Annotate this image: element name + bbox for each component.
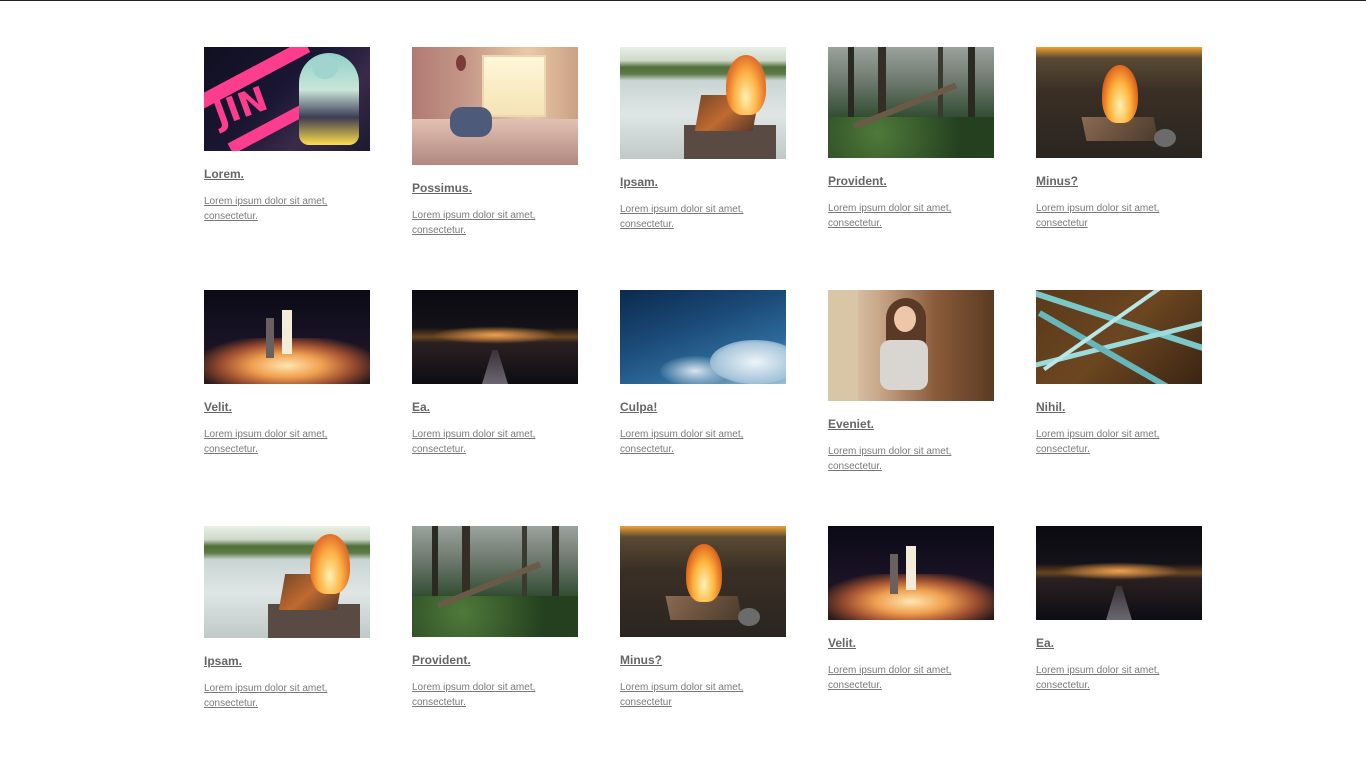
card-description[interactable]: Lorem ipsum dolor sit amet, consectetur. — [1036, 427, 1196, 457]
gallery-card[interactable]: Possimus. Lorem ipsum dolor sit amet, co… — [412, 47, 578, 238]
thumbnail-image[interactable] — [828, 290, 994, 401]
card-description[interactable]: Lorem ipsum dolor sit amet, consectetur. — [412, 427, 572, 457]
card-description[interactable]: Lorem ipsum dolor sit amet, consectetur. — [204, 427, 364, 457]
card-description[interactable]: Lorem ipsum dolor sit amet, consectetur. — [620, 202, 780, 232]
thumbnail-image[interactable] — [204, 290, 370, 384]
card-title[interactable]: Minus? — [620, 653, 786, 668]
gallery-card[interactable]: Provident. Lorem ipsum dolor sit amet, c… — [828, 47, 994, 231]
card-title[interactable]: Ipsam. — [620, 175, 786, 190]
card-title[interactable]: Minus? — [1036, 174, 1202, 189]
thumbnail-image[interactable] — [1036, 526, 1202, 620]
gallery-card[interactable]: Culpa! Lorem ipsum dolor sit amet, conse… — [620, 290, 786, 457]
card-description[interactable]: Lorem ipsum dolor sit amet, consectetur. — [412, 680, 572, 710]
card-title[interactable]: Nihil. — [1036, 400, 1202, 415]
card-description[interactable]: Lorem ipsum dolor sit amet, consectetur — [620, 680, 780, 710]
card-description[interactable]: Lorem ipsum dolor sit amet, consectetur. — [828, 444, 988, 474]
card-description[interactable]: Lorem ipsum dolor sit amet, consectetur. — [1036, 663, 1196, 693]
gallery-card[interactable]: Velit. Lorem ipsum dolor sit amet, conse… — [204, 290, 370, 457]
card-description[interactable]: Lorem ipsum dolor sit amet, consectetur. — [412, 208, 572, 238]
thumbnail-image[interactable] — [828, 526, 994, 620]
thumbnail-image[interactable]: JIN — [204, 47, 370, 151]
card-title[interactable]: Provident. — [828, 174, 994, 189]
gallery-card[interactable]: Ipsam. Lorem ipsum dolor sit amet, conse… — [204, 526, 370, 711]
gallery-card[interactable]: Minus? Lorem ipsum dolor sit amet, conse… — [1036, 47, 1202, 231]
card-description[interactable]: Lorem ipsum dolor sit amet, consectetur. — [828, 663, 988, 693]
thumbnail-image[interactable] — [620, 47, 786, 159]
gallery-card[interactable]: Nihil. Lorem ipsum dolor sit amet, conse… — [1036, 290, 1202, 457]
card-title[interactable]: Ea. — [412, 400, 578, 415]
gallery-card[interactable]: Ipsam. Lorem ipsum dolor sit amet, conse… — [620, 47, 786, 232]
gallery-card[interactable]: Velit. Lorem ipsum dolor sit amet, conse… — [828, 526, 994, 693]
card-description[interactable]: Lorem ipsum dolor sit amet, consectetur. — [204, 194, 364, 224]
gallery-card[interactable]: Minus? Lorem ipsum dolor sit amet, conse… — [620, 526, 786, 710]
card-title[interactable]: Culpa! — [620, 400, 786, 415]
card-title[interactable]: Velit. — [204, 400, 370, 415]
thumbnail-image[interactable] — [1036, 47, 1202, 158]
thumbnail-image[interactable] — [412, 47, 578, 165]
thumbnail-image[interactable] — [412, 526, 578, 637]
card-title[interactable]: Eveniet. — [828, 417, 994, 432]
thumbnail-image[interactable] — [204, 526, 370, 638]
card-title[interactable]: Velit. — [828, 636, 994, 651]
card-title[interactable]: Ea. — [1036, 636, 1202, 651]
card-title[interactable]: Lorem. — [204, 167, 370, 182]
card-description[interactable]: Lorem ipsum dolor sit amet, consectetur. — [204, 681, 364, 711]
card-description[interactable]: Lorem ipsum dolor sit amet, consectetur — [1036, 201, 1196, 231]
thumbnail-image[interactable] — [412, 290, 578, 384]
thumbnail-image[interactable] — [620, 290, 786, 384]
gallery-card[interactable]: Eveniet. Lorem ipsum dolor sit amet, con… — [828, 290, 994, 474]
card-description[interactable]: Lorem ipsum dolor sit amet, consectetur. — [620, 427, 780, 457]
card-title[interactable]: Provident. — [412, 653, 578, 668]
thumbnail-image[interactable] — [620, 526, 786, 637]
gallery-card[interactable]: Provident. Lorem ipsum dolor sit amet, c… — [412, 526, 578, 710]
card-title[interactable]: Possimus. — [412, 181, 578, 196]
thumbnail-image[interactable] — [828, 47, 994, 158]
card-description[interactable]: Lorem ipsum dolor sit amet, consectetur. — [828, 201, 988, 231]
gallery-card[interactable]: Ea. Lorem ipsum dolor sit amet, consecte… — [1036, 526, 1202, 693]
top-border — [0, 0, 1366, 1]
thumbnail-image[interactable] — [1036, 290, 1202, 384]
gallery-card[interactable]: Ea. Lorem ipsum dolor sit amet, consecte… — [412, 290, 578, 457]
gallery-card[interactable]: JIN Lorem. Lorem ipsum dolor sit amet, c… — [204, 47, 370, 224]
card-title[interactable]: Ipsam. — [204, 654, 370, 669]
